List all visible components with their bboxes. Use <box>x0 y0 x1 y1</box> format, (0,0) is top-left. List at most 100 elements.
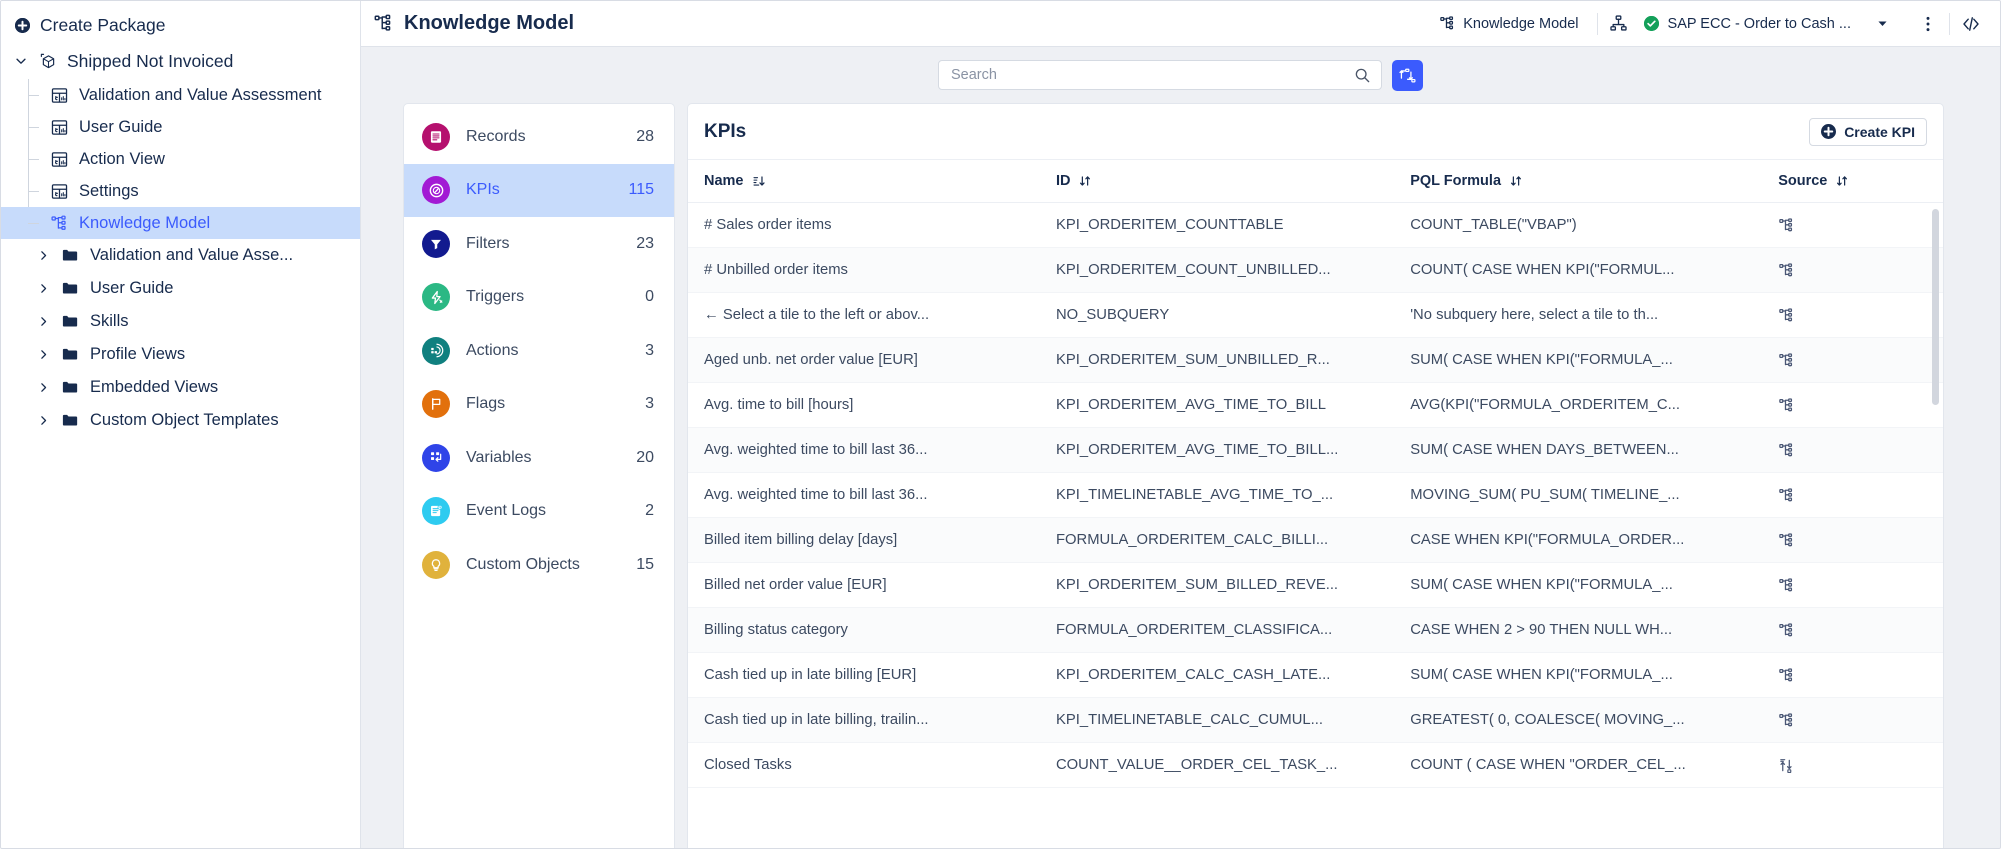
sort-none-icon[interactable] <box>1509 174 1523 188</box>
category-item-records[interactable]: Records 28 <box>404 110 674 164</box>
search-icon[interactable] <box>1354 67 1371 84</box>
table-row[interactable]: Billed item billing delay [days] FORMULA… <box>688 517 1943 563</box>
table-row[interactable]: # Sales order items KPI_ORDERITEM_COUNTT… <box>688 202 1943 248</box>
cell-source <box>1778 427 1943 473</box>
sidebar-folder-validation-and-value-asse[interactable]: Validation and Value Asse... <box>1 239 360 272</box>
category-item-flags[interactable]: Flags 3 <box>404 378 674 432</box>
category-label: Flags <box>466 395 506 413</box>
cell-pql: SUM( CASE WHEN KPI("FORMULA_... <box>1410 652 1779 698</box>
cell-pql: CASE WHEN KPI("FORMULA_ORDER... <box>1410 517 1779 563</box>
sort-asc-icon[interactable] <box>752 174 766 188</box>
sidebar-item-validation-and-value-assessment[interactable]: Validation and Value Assessment <box>1 79 360 111</box>
cell-name: Cash tied up in late billing, trailin... <box>688 697 1056 743</box>
cell-source <box>1778 247 1943 293</box>
column-label: Name <box>704 173 744 189</box>
cell-pql: GREATEST( 0, COALESCE( MOVING_... <box>1410 697 1779 743</box>
table-vertical-scrollbar[interactable] <box>1932 209 1939 405</box>
table-row[interactable]: Cash tied up in late billing, trailin...… <box>688 697 1943 743</box>
category-item-kpis[interactable]: KPIs 115 <box>404 163 674 217</box>
chevron-down-icon <box>13 53 29 69</box>
data-model-selector[interactable]: SAP ECC - Order to Cash ... <box>1634 16 1901 32</box>
sidebar-folder-user-guide[interactable]: User Guide <box>1 272 360 305</box>
folder-icon <box>60 311 81 332</box>
sidebar-folder-profile-views[interactable]: Profile Views <box>1 338 360 371</box>
cell-source <box>1778 382 1943 428</box>
table-row[interactable]: Closed Tasks COUNT_VALUE__ORDER_CEL_TASK… <box>688 742 1943 788</box>
cell-pql: COUNT_TABLE("VBAP") <box>1410 202 1779 248</box>
category-label: Actions <box>466 341 519 359</box>
sidebar-item-knowledge-model[interactable]: Knowledge Model <box>1 207 360 239</box>
sidebar-folder-custom-object-templates[interactable]: Custom Object Templates <box>1 404 360 437</box>
cell-source <box>1778 607 1943 653</box>
knowledge-model-icon <box>1778 442 1935 459</box>
data-model-icon[interactable] <box>1604 9 1634 39</box>
kpi-table-panel: KPIs Create KPI Name ID PQL Formula Sour… <box>687 103 1944 848</box>
view-icon <box>49 181 70 202</box>
category-item-triggers[interactable]: Triggers 0 <box>404 271 674 325</box>
category-label: Records <box>466 127 526 145</box>
table-row[interactable]: Billed net order value [EUR] KPI_ORDERIT… <box>688 562 1943 608</box>
sidebar-folder-embedded-views[interactable]: Embedded Views <box>1 371 360 404</box>
create-kpi-button[interactable]: Create KPI <box>1809 117 1927 146</box>
cell-source <box>1778 517 1943 563</box>
kpi-compass-icon <box>422 176 450 205</box>
hierarchy-filter-button[interactable] <box>1392 59 1423 91</box>
table-row[interactable]: Avg. weighted time to bill last 36... KP… <box>688 427 1943 473</box>
chevron-right-icon <box>35 281 51 297</box>
chevron-right-icon <box>35 413 51 429</box>
table-row[interactable]: Avg. time to bill [hours] KPI_ORDERITEM_… <box>688 382 1943 428</box>
kebab-menu-icon[interactable] <box>1913 9 1943 39</box>
cell-pql: COUNT( CASE WHEN KPI("FORMUL... <box>1410 247 1779 293</box>
category-count: 15 <box>636 555 654 573</box>
knowledge-model-icon <box>1778 217 1935 234</box>
tree-tick <box>28 127 39 128</box>
bulb-icon <box>422 550 450 579</box>
cell-pql: SUM( CASE WHEN DAYS_BETWEEN... <box>1410 427 1779 473</box>
knowledge-model-icon <box>1778 352 1935 369</box>
table-row[interactable]: Aged unb. net order value [EUR] KPI_ORDE… <box>688 337 1943 383</box>
category-item-actions[interactable]: Actions 3 <box>404 324 674 378</box>
column-header-source[interactable]: Source <box>1778 160 1943 203</box>
tree-root-shipped-not-invoiced[interactable]: Shipped Not Invoiced <box>1 43 360 79</box>
create-package-button[interactable]: Create Package <box>1 7 360 43</box>
category-item-variables[interactable]: Variables 20 <box>404 431 674 485</box>
divider <box>1949 12 1950 35</box>
tree-tick <box>28 191 39 192</box>
view-icon <box>49 149 70 170</box>
column-header-pql-formula[interactable]: PQL Formula <box>1410 160 1779 203</box>
sidebar-folder-skills[interactable]: Skills <box>1 305 360 338</box>
sidebar-folder-label: Custom Object Templates <box>90 411 279 429</box>
sidebar-item-label: Action View <box>79 149 165 168</box>
search-box[interactable] <box>938 60 1382 90</box>
cell-source <box>1778 562 1943 608</box>
category-count: 3 <box>645 341 654 359</box>
top-bar: Knowledge Model Knowledge Model SAP ECC … <box>361 1 2000 47</box>
table-row[interactable]: Billing status category FORMULA_ORDERITE… <box>688 607 1943 653</box>
search-input[interactable] <box>951 67 1354 83</box>
sidebar-item-action-view[interactable]: Action View <box>1 143 360 175</box>
table-row[interactable]: ← Select a tile to the left or abov... N… <box>688 292 1943 338</box>
table-row[interactable]: # Unbilled order items KPI_ORDERITEM_COU… <box>688 247 1943 293</box>
cell-id: FORMULA_ORDERITEM_CALC_BILLI... <box>1055 517 1411 563</box>
trigger-icon <box>422 283 450 312</box>
sort-none-icon[interactable] <box>1078 174 1092 188</box>
cell-pql: SUM( CASE WHEN KPI("FORMULA_... <box>1410 562 1779 608</box>
sidebar-item-settings[interactable]: Settings <box>1 175 360 207</box>
category-item-event-logs[interactable]: Event Logs 2 <box>404 485 674 539</box>
knowledge-model-icon <box>1778 397 1935 414</box>
table-row[interactable]: Avg. weighted time to bill last 36... KP… <box>688 472 1943 518</box>
code-brackets-icon[interactable] <box>1956 9 1986 39</box>
category-count: 3 <box>645 395 654 413</box>
category-item-custom-objects[interactable]: Custom Objects 15 <box>404 538 674 592</box>
table-row[interactable]: Cash tied up in late billing [EUR] KPI_O… <box>688 652 1943 698</box>
sidebar-folder-label: Validation and Value Asse... <box>90 246 294 264</box>
category-item-filters[interactable]: Filters 23 <box>404 217 674 271</box>
knowledge-model-icon <box>1439 15 1456 32</box>
sidebar-item-user-guide[interactable]: User Guide <box>1 111 360 143</box>
column-header-name[interactable]: Name <box>688 160 1056 203</box>
column-header-id[interactable]: ID <box>1055 160 1411 203</box>
data-model-label: SAP ECC - Order to Cash ... <box>1667 15 1851 32</box>
knowledge-model-chip[interactable]: Knowledge Model <box>1427 15 1590 32</box>
knowledge-model-icon <box>1778 667 1935 684</box>
sort-none-icon[interactable] <box>1835 174 1849 188</box>
